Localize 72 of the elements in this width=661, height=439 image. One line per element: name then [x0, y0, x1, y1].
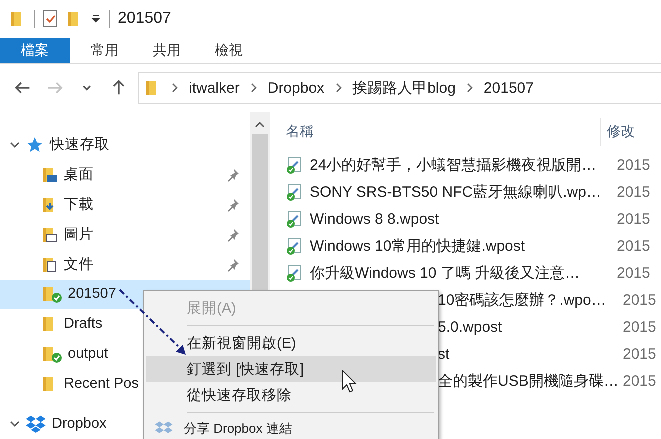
file-date: 2015 [622, 346, 656, 363]
document-icon [286, 238, 304, 256]
properties-icon[interactable] [43, 10, 59, 28]
dropdown-icon[interactable] [91, 14, 101, 24]
file-name[interactable]: 24小的好幫手，小蟻智慧攝影機夜視版開… [310, 156, 610, 175]
star-icon [26, 136, 44, 154]
chevron-right-icon [171, 83, 179, 93]
nav-label: Recent Pos [64, 376, 139, 392]
nav-item[interactable]: 下載 [0, 190, 250, 220]
breadcrumb[interactable]: 挨踢路人甲blog [352, 78, 456, 98]
chevron-right-icon [250, 83, 258, 93]
file-name[interactable]: 你升級Windows 10 了嗎 升級後又注意… [310, 264, 610, 283]
nav-label: 下載 [64, 196, 94, 214]
file-name[interactable]: Windows 8 8.wpost [310, 211, 610, 228]
file-name[interactable]: st [438, 346, 616, 363]
menu-item-label: 釘選到 [快速存取] [187, 360, 304, 378]
address-bar[interactable]: itwalker Dropbox 挨踢路人甲blog 201507 [138, 72, 661, 104]
dropbox-icon [26, 415, 46, 434]
ribbon-tab[interactable]: 檢視 [198, 38, 260, 63]
file-date: 2015 [622, 319, 656, 336]
file-date: 2015 [622, 292, 656, 309]
nav-label: 快速存取 [50, 136, 110, 154]
file-date: 2015 [622, 373, 656, 390]
menu-item[interactable]: 分享 Dropbox 連結 [146, 417, 436, 439]
file-name[interactable]: Windows 10常用的快捷鍵.wpost [310, 237, 610, 256]
menu-item-label: 展開(A) [187, 300, 236, 318]
menu-item[interactable]: 釘選到 [快速存取] [146, 356, 436, 382]
chevron-right-icon [334, 83, 343, 93]
scroll-up-icon[interactable] [255, 120, 265, 130]
nav-label: output [68, 346, 108, 362]
document-icon [286, 264, 304, 282]
nav-label: Drafts [64, 316, 103, 332]
menu-item-label: 從快速存取移除 [187, 386, 292, 404]
chevron-icon[interactable] [10, 140, 20, 150]
nav-label: 201507 [68, 286, 116, 302]
menu-item-label: 在新視窗開啟(E) [187, 334, 296, 352]
chevron-right-icon [466, 83, 474, 93]
folder-icon [42, 256, 58, 274]
column-header[interactable]: 名稱 [286, 123, 600, 141]
nav-label: 文件 [64, 256, 94, 274]
folder-icon [42, 166, 58, 184]
document-icon [286, 210, 304, 228]
file-date: 2015 [616, 238, 650, 255]
document-icon [286, 156, 304, 174]
nav-item[interactable]: 圖片 [0, 220, 250, 250]
window-title: 201507 [118, 10, 172, 28]
menu-item-label: 分享 Dropbox 連結 [184, 420, 292, 438]
file-name[interactable]: SONY SRS-BTS50 NFC藍牙無線喇叭.wp… [310, 183, 610, 202]
mouse-cursor-icon [342, 370, 358, 394]
nav-label: 圖片 [64, 226, 94, 244]
nav-label: 桌面 [64, 166, 94, 184]
file-date: 2015 [616, 265, 650, 282]
ribbon-tab[interactable]: 常用 [74, 38, 136, 63]
file-name[interactable]: 5.0.wpost [438, 319, 616, 336]
nav-item[interactable]: 桌面 [0, 160, 250, 190]
file-date: 2015 [616, 157, 650, 174]
breadcrumb[interactable]: itwalker [189, 80, 240, 96]
column-header[interactable]: 修改 [601, 123, 635, 141]
chevron-icon[interactable] [10, 419, 20, 430]
ribbon-tab[interactable]: 檔案 [0, 38, 70, 63]
nav-label: Dropbox [52, 416, 107, 432]
file-date: 2015 [616, 184, 650, 201]
file-name[interactable]: 全的製作USB開機隨身碟… [438, 372, 616, 391]
breadcrumb[interactable]: Dropbox [268, 80, 325, 96]
document-icon [286, 184, 304, 202]
folder-icon [42, 226, 58, 244]
ribbon-tab[interactable]: 共用 [136, 38, 198, 63]
nav-item[interactable]: 文件 [0, 250, 250, 280]
nav-item[interactable]: 快速存取 [0, 130, 250, 160]
file-name[interactable]: 10密碼該怎麼辦？.wpo… [438, 291, 616, 310]
breadcrumb[interactable]: 201507 [484, 80, 534, 96]
file-date: 2015 [616, 211, 650, 228]
